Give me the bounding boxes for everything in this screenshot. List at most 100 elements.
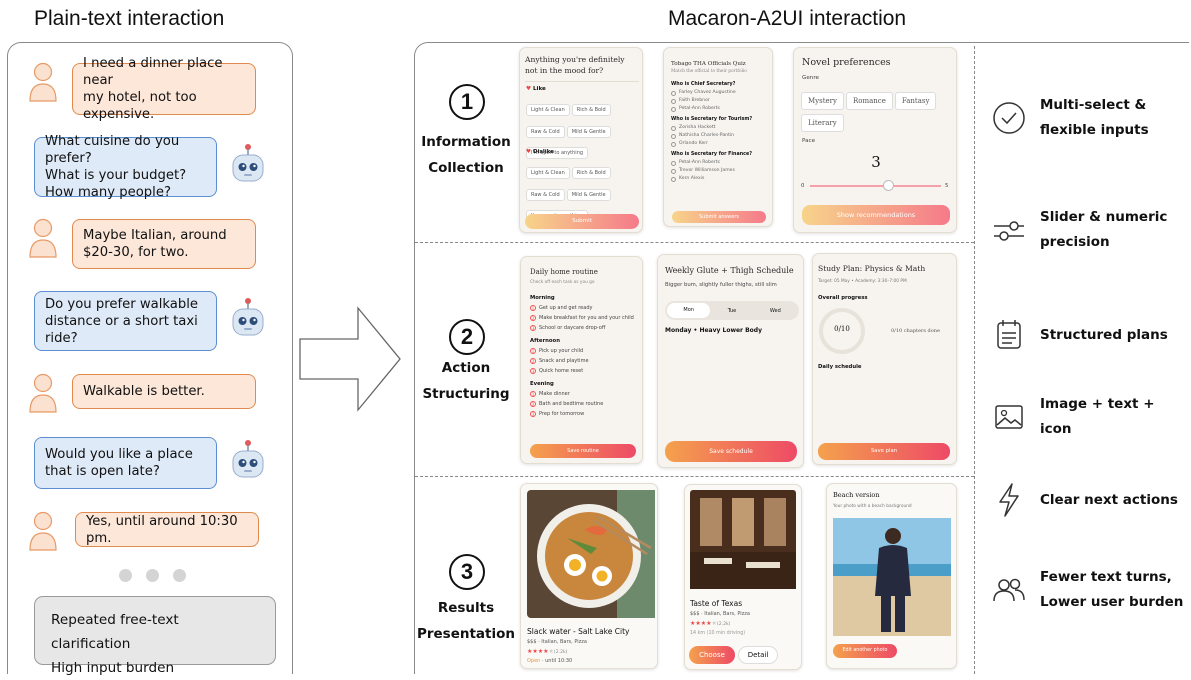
glute-subtitle: Bigger bum, slightly fuller thighs, stil… bbox=[665, 282, 777, 288]
radio-option[interactable]: Nathisha Charles-Pantin bbox=[671, 132, 769, 140]
quiz-questions: Who is Chief Secretary? Farley Chavez Au… bbox=[671, 80, 769, 183]
check-circle-icon: 3 bbox=[530, 411, 536, 417]
chip[interactable]: Light & Clean bbox=[526, 167, 570, 179]
routine-subtitle: Check off each task as you go bbox=[530, 280, 595, 285]
genre-chip[interactable]: Fantasy bbox=[894, 91, 937, 110]
save-schedule-button[interactable]: Save schedule bbox=[665, 441, 797, 462]
save-plan-button[interactable]: Save plan bbox=[818, 443, 950, 460]
pace-label: Pace bbox=[802, 138, 816, 144]
check-circle-icon: 2 bbox=[530, 401, 536, 407]
save-routine-button[interactable]: Save routine bbox=[530, 444, 636, 458]
routine-task[interactable]: 1 Pick up your child bbox=[530, 346, 640, 356]
edit-another-photo-button[interactable]: Edit another photo bbox=[833, 644, 897, 658]
choose-button[interactable]: Choose bbox=[689, 646, 735, 664]
chip[interactable]: Raw & Cold bbox=[526, 125, 565, 138]
routine-task[interactable]: 3 Quick home reset bbox=[530, 366, 640, 376]
star-rating: ★★★★★(2.2k) bbox=[690, 620, 731, 627]
calendar-list-icon bbox=[990, 316, 1028, 354]
row-divider-2 bbox=[415, 476, 974, 477]
novel-title: Novel preferences bbox=[802, 57, 891, 68]
beach-title: Beach version bbox=[833, 491, 880, 499]
message-text: Yes, until around 10:30 pm. bbox=[86, 513, 238, 546]
day-tabs: Mon Tue Wed bbox=[665, 301, 799, 320]
genre-label: Genre bbox=[802, 75, 819, 81]
robot-avatar-icon bbox=[232, 144, 264, 182]
chip[interactable]: Mild & Gentle bbox=[566, 125, 611, 138]
check-circle-icon: 1 bbox=[530, 305, 536, 311]
feature-text: Clear next actions bbox=[1040, 491, 1178, 508]
beach-card: Beach version Your photo with a beach ba… bbox=[826, 483, 957, 669]
genre-chip[interactable]: Literary bbox=[801, 114, 844, 132]
check-circle-icon: 3 bbox=[530, 368, 536, 374]
slider-thumb[interactable] bbox=[883, 180, 895, 191]
message-text: Do you prefer walkable distance or a sho… bbox=[45, 296, 198, 346]
novel-card: Novel preferences Genre Mystery Romance Fa… bbox=[793, 47, 957, 233]
chip[interactable]: Rich & Bold bbox=[571, 104, 611, 116]
radio-option[interactable]: Faith Brebnor bbox=[671, 97, 769, 105]
right-arrow-icon bbox=[299, 306, 401, 412]
bot-message: Would you like a place that is open late… bbox=[34, 437, 217, 489]
bot-message: What cuisine do you prefer? What is your… bbox=[34, 134, 217, 200]
radio-option[interactable]: Petal-Ann Roberts bbox=[671, 159, 769, 167]
feature-item: Slider & numeric precision bbox=[990, 202, 1190, 258]
quiz-question: Who is Chief Secretary? bbox=[671, 82, 736, 87]
routine-task[interactable]: 3 School or daycare drop-off bbox=[530, 323, 640, 333]
food-photo bbox=[527, 490, 655, 618]
image-icon bbox=[990, 398, 1028, 436]
progress-text: 0/10 chapters done bbox=[891, 328, 940, 334]
typing-dots bbox=[119, 569, 186, 582]
stars: ★★★★ bbox=[690, 620, 712, 627]
tab-wed[interactable]: Wed bbox=[754, 308, 797, 314]
tab-mon[interactable]: Mon bbox=[667, 303, 711, 318]
slider-max: 5 bbox=[945, 183, 949, 189]
routine-task[interactable]: 2 Make breakfast for you and your child bbox=[530, 313, 640, 323]
tab-tue[interactable]: Tue bbox=[710, 308, 753, 314]
quiz-subtitle: Match the official to their portfolio bbox=[671, 69, 747, 74]
routine-card: Daily home routine Check off each task a… bbox=[520, 256, 643, 464]
routine-title: Daily home routine bbox=[530, 268, 598, 276]
show-recommendations-button[interactable]: Show recommendations bbox=[802, 205, 950, 225]
summary-box: Repeated free-text clarification High in… bbox=[34, 596, 276, 676]
feature-text: Image + text + icon bbox=[1040, 396, 1155, 437]
user-avatar-icon bbox=[29, 511, 57, 551]
genre-chip[interactable]: Mystery bbox=[801, 91, 844, 110]
genre-chip[interactable]: Romance bbox=[845, 91, 893, 110]
radio-option[interactable]: Kern Alexis bbox=[671, 175, 769, 183]
glute-card: Weekly Glute + Thigh Schedule Bigger bum… bbox=[657, 254, 804, 468]
step-1-number: 1 bbox=[449, 84, 485, 120]
radio-option[interactable]: Zorisha Hackett bbox=[671, 124, 769, 132]
routine-list: Morning 1 Get up and get ready 2 Make breakf… bbox=[530, 293, 640, 419]
chip[interactable]: Mild & Gentle bbox=[566, 188, 611, 201]
user-avatar-icon bbox=[29, 218, 57, 258]
routine-task[interactable]: 3 Prep for tomorrow bbox=[530, 409, 640, 419]
message-text: Maybe Italian, around $20-30, for two. bbox=[83, 228, 227, 260]
study-title: Study Plan: Physics & Math bbox=[818, 264, 926, 273]
check-circle-icon: 1 bbox=[530, 348, 536, 354]
routine-task[interactable]: 2 Bath and bedtime routine bbox=[530, 399, 640, 409]
day-heading: Monday • Heavy Lower Body bbox=[665, 327, 763, 334]
bot-message: Do you prefer walkable distance or a sho… bbox=[34, 291, 217, 351]
feature-item: Image + text + icon bbox=[990, 389, 1190, 445]
feature-item: Structured plans bbox=[990, 307, 1190, 363]
chip[interactable]: Rich & Bold bbox=[571, 167, 611, 179]
radio-option[interactable]: Trevor Williamson James bbox=[671, 167, 769, 175]
step-3-number: 3 bbox=[449, 554, 485, 590]
chip[interactable]: Raw & Cold bbox=[526, 188, 565, 201]
radio-option[interactable]: Orlando Kerr bbox=[671, 140, 769, 148]
routine-task[interactable]: 1 Get up and get ready bbox=[530, 303, 640, 313]
routine-task[interactable]: 2 Snack and playtime bbox=[530, 356, 640, 366]
chip[interactable]: Light & Clean bbox=[526, 104, 570, 116]
glute-title: Weekly Glute + Thigh Schedule bbox=[665, 266, 794, 275]
slider-icon bbox=[990, 211, 1028, 249]
radio-option[interactable]: Farley Chavez Augustine bbox=[671, 89, 769, 97]
slider-track[interactable] bbox=[810, 185, 941, 187]
detail-button[interactable]: Detail bbox=[738, 646, 778, 664]
routine-task[interactable]: 1 Make dinner bbox=[530, 389, 640, 399]
slider-min: 0 bbox=[801, 183, 805, 189]
mood-submit-button[interactable]: Submit bbox=[525, 214, 639, 229]
radio-option[interactable]: Petal-Ann Roberts bbox=[671, 105, 769, 113]
row-divider-1 bbox=[415, 242, 974, 243]
quiz-submit-button[interactable]: Submit answers bbox=[672, 211, 766, 223]
mood-card: Anything you're definitely not in the mo… bbox=[519, 47, 643, 233]
message-text: I need a dinner place near my hotel, not… bbox=[83, 56, 223, 122]
